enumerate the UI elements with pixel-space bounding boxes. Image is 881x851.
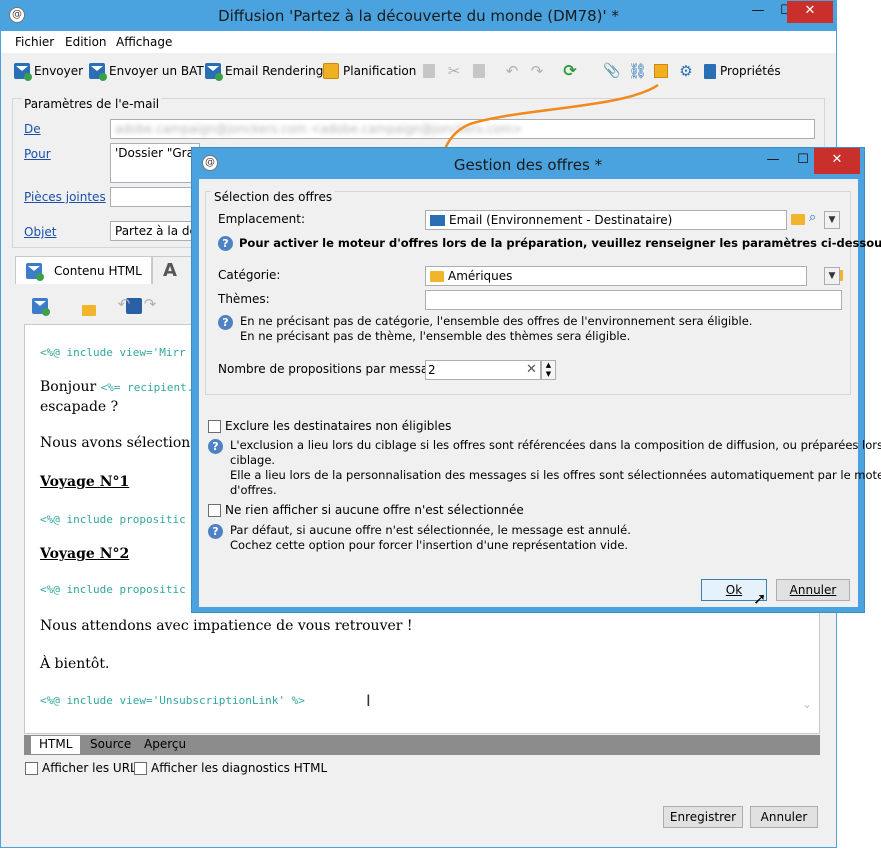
location-folder-icon[interactable]: [791, 214, 805, 225]
help-icon: ?: [208, 524, 223, 539]
envelope-icon: [430, 214, 445, 226]
proposals-input[interactable]: 2 ✕: [425, 360, 541, 380]
category-combo[interactable]: Amériques: [425, 266, 807, 286]
dialog-body: Sélection des offres Emplacement: Email …: [199, 179, 881, 608]
location-combo[interactable]: Email (Environnement - Destinataire): [425, 210, 787, 230]
mouse-pointer-icon: ➚: [753, 589, 767, 608]
offer-selection-group: Sélection des offres Emplacement: Email …: [205, 190, 881, 395]
help-icon: ?: [218, 236, 233, 251]
help-icon: ?: [208, 439, 223, 454]
proposals-label: Nombre de propositions par message:: [218, 362, 448, 376]
location-search-icon[interactable]: ⌕: [809, 210, 816, 225]
display-nothing-checkbox[interactable]: Ne rien afficher si aucune offre n'est s…: [208, 503, 524, 517]
exclude-ineligible-checkbox[interactable]: Exclure les destinataires non éligibles: [208, 419, 451, 433]
category-folder-icon: [430, 270, 444, 282]
themes-label: Thèmes:: [218, 292, 270, 306]
dialog-close-button[interactable]: ✕: [814, 148, 860, 174]
engine-help-note: ? Pour activer le moteur d'offres lors d…: [218, 236, 881, 251]
location-dropdown-icon[interactable]: ▼: [824, 211, 840, 229]
offer-management-dialog: @ Gestion des offres * — ☐ ✕ Sélection d…: [191, 147, 881, 613]
dialog-titlebar[interactable]: @ Gestion des offres * — ☐ ✕: [192, 148, 864, 179]
proposals-stepper[interactable]: ▲ ▼: [541, 360, 556, 380]
dialog-minimize-button[interactable]: —: [758, 150, 788, 172]
clear-x-icon[interactable]: ✕: [526, 362, 537, 377]
help-icon: ?: [218, 315, 233, 330]
themes-field[interactable]: [425, 290, 842, 310]
location-label: Emplacement:: [218, 212, 305, 226]
category-label: Catégorie:: [218, 268, 281, 282]
dialog-cancel-button[interactable]: Annuler: [776, 579, 850, 601]
category-dropdown-icon[interactable]: ▼: [824, 267, 840, 285]
offer-selection-legend: Sélection des offres: [211, 190, 336, 204]
